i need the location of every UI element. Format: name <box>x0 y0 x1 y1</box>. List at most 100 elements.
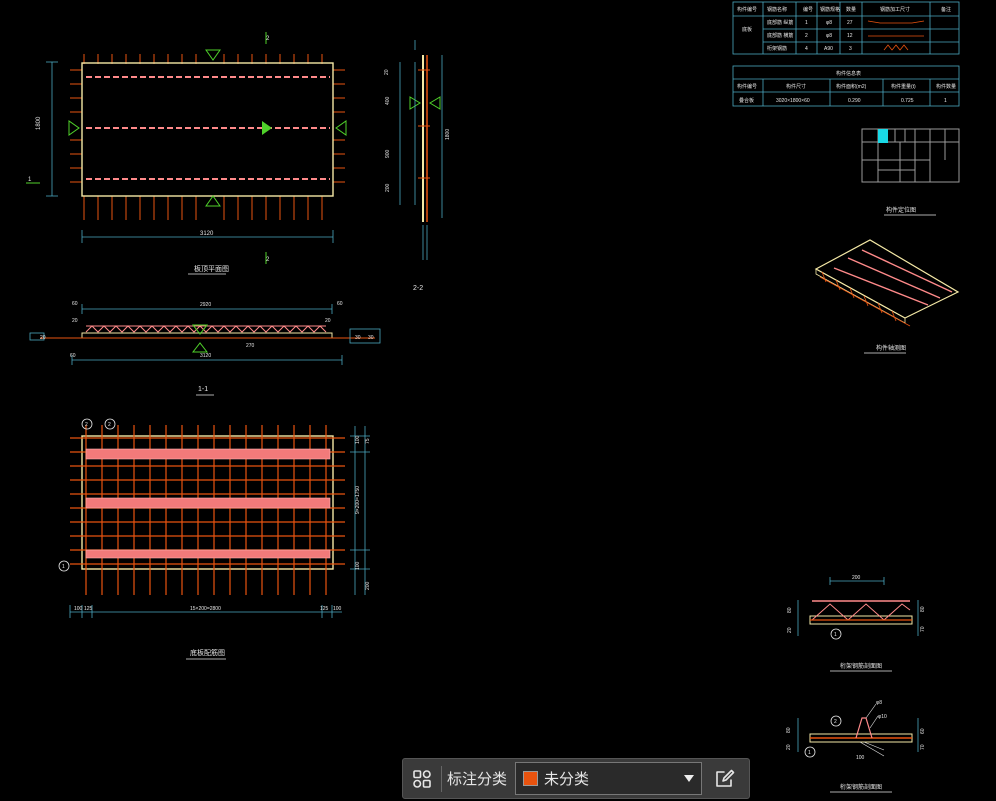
svg-text:2: 2 <box>266 257 270 263</box>
svg-text:60: 60 <box>72 301 78 307</box>
svg-text:1: 1 <box>28 177 32 183</box>
svg-text:3120: 3120 <box>200 231 214 237</box>
cad-drawing-canvas[interactable]: 1800 3120 2 2 1 板顶平面图 20 400 900 200 180… <box>0 0 996 801</box>
svg-text:钢筋名称: 钢筋名称 <box>767 6 787 13</box>
grid-four-icon[interactable] <box>403 760 441 798</box>
svg-text:100: 100 <box>355 561 361 570</box>
section-2-2-view: 20 400 900 200 1800 2-2 <box>384 40 451 292</box>
svg-text:构件信息表: 构件信息表 <box>836 70 861 77</box>
svg-text:20: 20 <box>384 69 390 75</box>
svg-text:底部筋 横筋: 底部筋 横筋 <box>767 32 793 39</box>
isometric-title: 构件轴测图 <box>876 344 906 352</box>
svg-text:27: 27 <box>847 20 853 26</box>
svg-text:1800: 1800 <box>36 116 42 130</box>
section-1-1-title: 1-1 <box>198 386 208 393</box>
annotation-category-select[interactable]: 未分类 <box>515 762 703 795</box>
svg-text:2: 2 <box>805 33 808 39</box>
svg-text:60: 60 <box>337 301 343 307</box>
svg-text:φ8: φ8 <box>826 33 832 39</box>
location-map-title: 构件定位图 <box>886 206 916 214</box>
svg-text:200: 200 <box>365 581 371 590</box>
svg-text:钢筋加工尺寸: 钢筋加工尺寸 <box>880 6 910 13</box>
svg-text:20: 20 <box>787 627 793 633</box>
svg-text:70: 70 <box>920 744 926 750</box>
svg-text:30: 30 <box>355 335 361 341</box>
svg-text:20: 20 <box>40 335 46 341</box>
svg-text:80: 80 <box>920 606 926 612</box>
svg-text:1: 1 <box>805 20 808 26</box>
svg-text:2920: 2920 <box>200 302 211 308</box>
chevron-down-icon <box>684 775 695 782</box>
svg-text:60: 60 <box>920 728 926 734</box>
svg-text:1: 1 <box>834 632 837 638</box>
info-table: 构件信息表 构件编号 构件尺寸 构件面积(m2) 构件重量(t) 构件数量 叠合… <box>732 65 960 107</box>
svg-text:20: 20 <box>72 318 78 324</box>
svg-text:叠合板: 叠合板 <box>739 97 754 104</box>
svg-text:构件面积(m2): 构件面积(m2) <box>836 83 867 90</box>
section-2-2-title: 2-2 <box>413 285 423 292</box>
plan-top-view: 1800 3120 2 2 1 板顶平面图 <box>26 32 347 275</box>
svg-text:75: 75 <box>365 438 371 444</box>
svg-text:60: 60 <box>70 353 76 359</box>
svg-text:1: 1 <box>808 750 811 756</box>
svg-text:400: 400 <box>385 96 391 105</box>
svg-text:钢筋规格: 钢筋规格 <box>820 6 840 13</box>
svg-text:15×200=2800: 15×200=2800 <box>190 606 221 612</box>
svg-text:φ8: φ8 <box>826 20 832 26</box>
svg-text:0.290: 0.290 <box>848 98 861 104</box>
svg-text:2: 2 <box>266 36 270 42</box>
edit-icon[interactable] <box>706 760 744 798</box>
svg-text:100: 100 <box>333 606 342 612</box>
svg-text:30: 30 <box>368 335 374 341</box>
svg-text:0.725: 0.725 <box>901 98 914 104</box>
plan-top-title: 板顶平面图 <box>194 264 229 273</box>
svg-text:底板: 底板 <box>742 26 752 33</box>
svg-text:3: 3 <box>849 46 852 52</box>
svg-text:1: 1 <box>944 98 947 104</box>
svg-text:2: 2 <box>85 422 88 428</box>
detail-1-title: 桁架钢筋剖面图 <box>840 662 882 670</box>
svg-text:构件重量(t): 构件重量(t) <box>891 83 916 90</box>
svg-text:1800: 1800 <box>445 129 451 140</box>
detail-2-view: 2 1 80 20 φ8 φ10 100 60 70 桁架钢筋剖面图 <box>786 700 926 793</box>
svg-text:构件数量: 构件数量 <box>936 83 956 90</box>
plan-bottom-view: 2 2 1 100 125 15×200=2800 125 100 100 75… <box>58 418 371 660</box>
svg-text:φ8: φ8 <box>876 700 882 706</box>
category-color-swatch <box>523 771 539 786</box>
svg-text:2: 2 <box>834 719 837 725</box>
annotation-toolbar: 标注分类 未分类 <box>402 758 750 799</box>
svg-text:备注: 备注 <box>941 6 951 13</box>
plan-bottom-title: 底板配筋图 <box>190 648 225 657</box>
svg-text:构件编号: 构件编号 <box>737 6 757 13</box>
svg-text:数量: 数量 <box>846 6 856 13</box>
detail-2-title: 桁架钢筋剖面图 <box>840 783 882 791</box>
svg-text:900: 900 <box>385 149 391 158</box>
svg-text:A90: A90 <box>824 46 833 52</box>
svg-text:125: 125 <box>84 606 93 612</box>
svg-text:200: 200 <box>852 575 861 581</box>
material-table: 构件编号 钢筋名称 编号 钢筋规格 数量 钢筋加工尺寸 备注 底板 底部筋 纵筋… <box>732 1 960 55</box>
svg-text:270: 270 <box>246 343 255 349</box>
section-1-1-view: 2920 3120 270 60 20 20 60 60 20 30 30 1-… <box>29 301 381 396</box>
annotation-category-label: 标注分类 <box>447 771 508 788</box>
svg-text:构件尺寸: 构件尺寸 <box>786 83 806 90</box>
svg-text:9×200=1750: 9×200=1750 <box>355 486 361 514</box>
svg-text:125: 125 <box>320 606 329 612</box>
svg-text:4: 4 <box>805 46 808 52</box>
svg-text:100: 100 <box>355 435 361 444</box>
svg-text:3020×1800×60: 3020×1800×60 <box>776 98 810 104</box>
isometric-view: 构件轴测图 <box>814 239 960 354</box>
location-map: 构件定位图 <box>861 128 960 216</box>
svg-text:1: 1 <box>62 564 65 570</box>
svg-text:70: 70 <box>920 626 926 632</box>
svg-text:80: 80 <box>786 727 792 733</box>
svg-text:200: 200 <box>385 183 391 192</box>
detail-1-view: 1 200 80 20 80 70 桁架钢筋剖面图 <box>787 575 926 672</box>
svg-text:100: 100 <box>856 755 865 761</box>
toolbar-divider <box>441 765 442 792</box>
svg-text:20: 20 <box>325 318 331 324</box>
category-selected-value: 未分类 <box>544 771 590 788</box>
svg-text:3120: 3120 <box>200 353 211 359</box>
svg-text:100: 100 <box>74 606 83 612</box>
svg-text:20: 20 <box>786 744 792 750</box>
